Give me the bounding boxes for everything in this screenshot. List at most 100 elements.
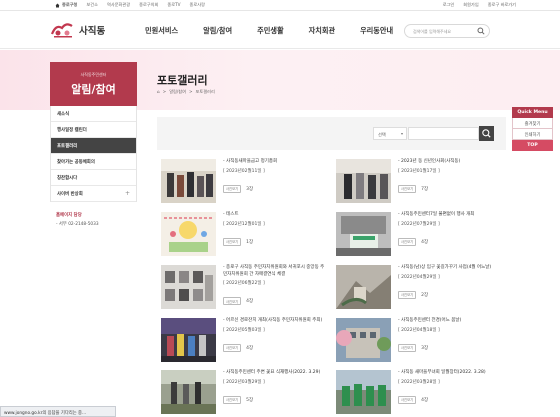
photo-count: 4장 [421,239,429,245]
photo-count: 2장 [421,292,429,298]
gallery-item-title[interactable]: - 종로구 사직동 주민자치위원회와 서귀포시 중앙동 주민자치위원회 간 자매… [223,265,327,278]
view-photo-tag[interactable]: 사진보기 [398,290,417,299]
sidebar-item-label: 찾아가는 공동체회의 [57,159,95,165]
gallery-item[interactable]: - 종로구 사직동 주민자치위원회와 서귀포시 중앙동 주민자치위원회 간 자매… [161,265,329,317]
gallery-item-date: [ 2022년12월01일 ] [223,221,265,227]
breadcrumb-item[interactable]: 알림/참여 [169,89,186,95]
gallery-item-title[interactable]: - 사직동주민센터 전경(어느 봄날) [398,318,502,325]
search-icon[interactable] [477,27,485,37]
gallery-item-date: [ 2023년01월17일 ] [398,168,440,174]
gallery-item-title[interactable]: - 사직동(남)상 입구 꽃길가꾸기 사업(4월 어느날) [398,265,502,272]
gallery-item-title[interactable]: - 테스트 [223,212,327,219]
nav-dong-guide[interactable]: 우리동안내 [360,26,393,36]
gallery-thumbnail[interactable] [336,159,391,203]
nav-civil-service[interactable]: 민원서비스 [145,26,178,36]
view-photo-tag[interactable]: 사진보기 [223,184,242,193]
gallery-item[interactable]: - 사직동 새마을부녀회 일월장터(2022. 3.28) [ 2022년03월… [336,370,504,417]
nav-autonomy-hall[interactable]: 자치회관 [309,26,335,36]
sidebar-sub: 사직동주민센터 [80,72,107,77]
header: 사직동 민원서비스 알림/참여 주민생활 자치회관 우리동안내 검색어를 입력해… [0,11,560,49]
breadcrumb: ⌂ > 알림/참여 > 포토갤러리 [157,89,215,95]
gallery-item-title[interactable]: - 2023년 동 신년인사회(사직동) [398,159,502,166]
util-link-council[interactable]: 종로구의회 [139,2,158,8]
gallery-item[interactable]: - 사직동주민센터 전경(어느 봄날) [ 2022년04월18일 ] 사진보기… [336,318,504,370]
print-button[interactable]: 인쇄하기 [512,129,553,140]
sidebar-header: 사직동주민센터 알림/참여 [50,62,137,106]
bookmark-button[interactable]: 즐겨찾기 [512,118,553,129]
scroll-top-button[interactable]: TOP [512,140,553,151]
gallery-item[interactable]: - 테스트 [ 2022년12월01일 ] 사진보기 1장 [161,212,329,264]
gallery-item[interactable]: - 사직동새마을금고 정기총회 [ 2023년02월11일 ] 사진보기 3장 [161,159,329,211]
signup-link[interactable]: 회원가입 [463,2,478,8]
home-icon [55,3,60,7]
gallery-thumbnail[interactable] [161,159,216,203]
view-photo-tag[interactable]: 사진보기 [223,343,242,352]
gallery-thumbnail[interactable] [161,212,216,256]
nav-notice-participation[interactable]: 알림/참여 [203,26,232,36]
gallery-thumbnail[interactable] [336,212,391,256]
gallery-item[interactable]: - 2023년 동 신년인사회(사직동) [ 2023년01월17일 ] 사진보… [336,159,504,211]
view-photo-tag[interactable]: 사진보기 [398,395,417,404]
gallery-thumbnail[interactable] [161,318,216,362]
sidebar-menu: 새소식 행사일정 캘린더 포토갤러리 찾아가는 공동체회의 칭찬합시다 사이버 … [50,106,137,202]
sidebar-item-calendar[interactable]: 행사일정 캘린더 [51,122,136,138]
jongno-shortcut-link[interactable]: 종로구 바로가기 [488,2,516,8]
main-nav: 민원서비스 알림/참여 주민생활 자치회관 우리동안내 [145,26,393,36]
gallery-item-title[interactable]: - 사직동새마을금고 정기총회 [223,159,327,166]
view-photo-tag[interactable]: 사진보기 [398,343,417,352]
gallery-item[interactable]: - 사직동주민센터7일 불편없이 행사 개최 [ 2022년07월29일 ] 사… [336,212,504,264]
gallery-search-input[interactable] [408,127,479,140]
select-value: 선택 [378,131,386,137]
gallery-item-date: [ 2022년07월29일 ] [398,221,440,227]
view-photo-tag[interactable]: 사진보기 [398,184,417,193]
gallery-search-button[interactable] [479,126,494,141]
expand-plus-icon[interactable]: + [125,190,130,197]
gallery-thumbnail[interactable] [336,370,391,414]
util-link-culture[interactable]: 역사문화관광 [107,2,130,8]
gallery-thumbnail[interactable] [336,265,391,309]
home-link[interactable]: 종로구청 [55,2,77,8]
view-photo-tag[interactable]: 사진보기 [398,237,417,246]
sidebar-item-news[interactable]: 새소식 [51,106,136,122]
gallery-item-title[interactable]: - 사직동주민센터 주변 꽃묘 식재행사(2022. 3.29) [223,370,327,377]
breadcrumb-sep: > [162,89,167,94]
photo-count: 4장 [246,345,254,351]
sidebar-item-label: 사이버 반상회 [57,191,83,197]
gallery-thumbnail[interactable] [336,318,391,362]
gallery-item-title[interactable]: - 사직동주민센터7일 불편없이 행사 개최 [398,212,502,219]
gallery-item-title[interactable]: - 사직동 새마을부녀회 일월장터(2022. 3.28) [398,370,502,377]
nav-resident-life[interactable]: 주민생활 [257,26,283,36]
logo[interactable]: 사직동 [50,18,112,42]
gallery-thumbnail[interactable] [161,265,216,309]
view-photo-tag[interactable]: 사진보기 [223,297,242,305]
photo-count: 3장 [421,345,429,351]
gallery-item[interactable]: - 사직동주민센터 주변 꽃묘 식재행사(2022. 3.29) [ 2022년… [161,370,329,417]
gallery-item[interactable]: - 어르신 경로잔치 개최(사직동 주민자치위원회 주최) [ 2022년05월… [161,318,329,370]
gallery-item[interactable]: - 사직동(남)상 입구 꽃길가꾸기 사업(4월 어느날) [ 2022년04월… [336,265,504,317]
gallery-search-box: 선택 ▾ [157,117,506,150]
sidebar-item-photo-gallery[interactable]: 포토갤러리 [51,138,136,154]
breadcrumb-home-icon[interactable]: ⌂ [157,89,160,95]
util-link-tv[interactable]: 종로TV [167,2,180,8]
login-link[interactable]: 로그인 [443,2,455,8]
header-search[interactable]: 검색어를 입력해주세요 [404,24,490,38]
util-link-love[interactable]: 종로사랑 [190,2,205,8]
view-photo-tag[interactable]: 사진보기 [223,395,242,404]
search-input[interactable]: 검색어를 입력해주세요 [413,29,451,35]
gallery-item-title[interactable]: - 어르신 경로잔치 개최(사직동 주민자치위원회 주최) [223,318,327,325]
gallery-item-date: [ 2022년04월18일 ] [398,327,440,333]
chevron-down-icon: ▾ [400,131,403,136]
page-title: 포토갤러리 [157,74,208,87]
gallery-thumbnail[interactable] [161,370,216,414]
contact-label: 홈페이지 담당 [56,213,82,218]
sidebar-item-praise[interactable]: 칭찬합시다 [51,170,136,186]
util-link-health[interactable]: 보건소 [86,2,98,8]
sidebar-item-community-meeting[interactable]: 찾아가는 공동체회의 [51,154,136,170]
sidebar-item-label: 행사일정 캘린더 [57,127,87,133]
sidebar-item-cyber-meeting[interactable]: 사이버 반상회 + [51,186,136,202]
logo-name: 사직동 [79,26,106,37]
view-photo-tag[interactable]: 사진보기 [223,237,242,246]
search-type-select[interactable]: 선택 ▾ [373,127,407,140]
breadcrumb-current: 포토갤러리 [195,89,215,94]
sidebar-item-label: 포토갤러리 [57,143,78,149]
